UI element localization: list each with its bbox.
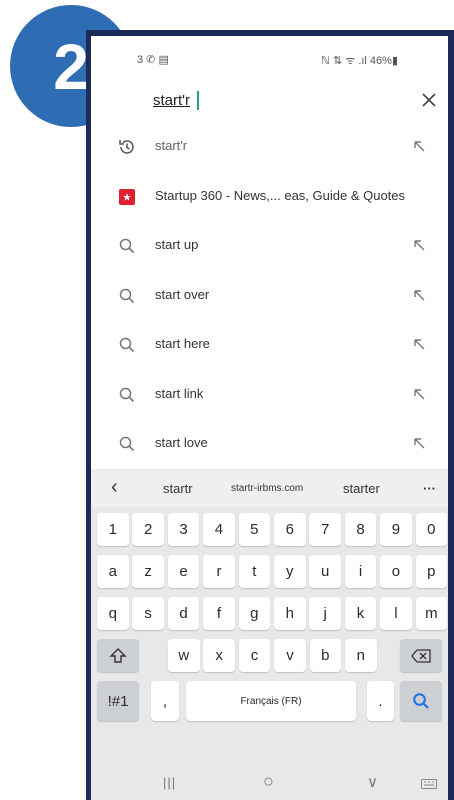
navigation-bar: ||| ○ ∨ xyxy=(91,769,448,800)
back-nav-button[interactable]: ∨ xyxy=(367,773,378,791)
backspace-key[interactable] xyxy=(400,639,442,672)
key-v[interactable]: v xyxy=(274,639,306,672)
prediction-bar: ‹ startr startr-irbms.com starter ··· xyxy=(91,469,448,507)
key-s[interactable]: s xyxy=(132,597,164,630)
suggestion-item[interactable]: start over xyxy=(91,271,448,321)
key-n[interactable]: n xyxy=(345,639,377,672)
key-m[interactable]: m xyxy=(415,597,448,630)
fill-query-arrow-icon[interactable] xyxy=(411,138,427,154)
search-icon xyxy=(117,236,137,256)
suggestion-item[interactable]: start'r xyxy=(91,122,448,172)
key-i[interactable]: i xyxy=(344,555,377,588)
key-2[interactable]: 2 xyxy=(132,513,164,546)
key-6[interactable]: 6 xyxy=(274,513,306,546)
prediction-back-button[interactable]: ‹ xyxy=(111,476,118,499)
search-icon xyxy=(117,286,137,306)
status-right: ℕ ⇅ ᯤ .ıl 46%▮ xyxy=(321,55,398,67)
shift-key[interactable] xyxy=(97,639,139,672)
screen-root: 2 3 ✆ ▤ ℕ ⇅ ᯤ .ıl 46%▮ start'r Startup 36… xyxy=(0,0,454,800)
symbols-key[interactable]: !#1 xyxy=(97,681,139,721)
search-key[interactable] xyxy=(400,681,442,721)
suggestion-item[interactable]: start up xyxy=(91,221,448,271)
phone-screen: 3 ✆ ▤ ℕ ⇅ ᯤ .ıl 46%▮ start'r Startup 360 … xyxy=(91,36,448,800)
key-p[interactable]: p xyxy=(415,555,448,588)
search-icon xyxy=(117,434,137,454)
step-number: 2 xyxy=(53,31,89,103)
key-3[interactable]: 3 xyxy=(167,513,200,546)
suggestion-list: start'r Startup 360 - News,... eas, Guide… xyxy=(91,122,448,469)
period-key[interactable]: . xyxy=(367,681,394,721)
recents-button[interactable]: ||| xyxy=(163,775,176,790)
key-4[interactable]: 4 xyxy=(203,513,235,546)
key-d[interactable]: d xyxy=(167,597,200,630)
prediction-item[interactable]: startr-irbms.com xyxy=(231,483,303,494)
suggestion-text: start up xyxy=(155,237,199,252)
status-left: 3 ✆ ▤ xyxy=(137,54,169,66)
suggestion-text: start link xyxy=(155,385,204,401)
fill-query-arrow-icon[interactable] xyxy=(411,336,427,352)
app-icon xyxy=(119,188,135,205)
suggestion-text: start here xyxy=(155,336,210,351)
keyboard: ‹ startr startr-irbms.com starter ··· ||… xyxy=(91,469,448,800)
frame-right xyxy=(448,30,454,800)
prediction-more-button[interactable]: ··· xyxy=(423,481,436,496)
key-w[interactable]: w xyxy=(168,639,200,672)
suggestion-item[interactable]: start love xyxy=(91,419,448,469)
key-0[interactable]: 0 xyxy=(415,513,448,546)
keyboard-toggle-icon[interactable] xyxy=(421,779,437,789)
comma-key[interactable]: , xyxy=(151,681,179,721)
fill-query-arrow-icon[interactable] xyxy=(411,435,427,451)
key-9[interactable]: 9 xyxy=(380,513,412,546)
key-r[interactable]: r xyxy=(203,555,235,588)
suggestion-text: start love xyxy=(155,435,208,450)
fill-query-arrow-icon[interactable] xyxy=(411,287,427,303)
search-row xyxy=(91,78,448,122)
search-icon xyxy=(117,335,137,355)
key-1[interactable]: 1 xyxy=(97,513,129,546)
search-icon xyxy=(117,385,137,405)
suggestion-item[interactable]: start link xyxy=(91,370,448,420)
status-bar: 3 ✆ ▤ ℕ ⇅ ᯤ .ıl 46%▮ xyxy=(91,36,448,78)
space-key[interactable]: Français (FR) xyxy=(186,681,356,721)
fill-query-arrow-icon[interactable] xyxy=(411,237,427,253)
key-k[interactable]: k xyxy=(344,597,377,630)
key-o[interactable]: o xyxy=(380,555,412,588)
key-e[interactable]: e xyxy=(167,555,200,588)
suggestion-text: Startup 360 - News,... eas, Guide & Quot… xyxy=(155,187,406,203)
home-button[interactable]: ○ xyxy=(263,771,274,792)
backspace-icon xyxy=(411,648,431,663)
suggestion-text: start'r xyxy=(155,138,188,153)
key-j[interactable]: j xyxy=(309,597,341,630)
key-b[interactable]: b xyxy=(309,639,342,672)
key-q[interactable]: q xyxy=(97,597,129,630)
suggestion-text: start over xyxy=(155,286,210,302)
suggestion-item[interactable]: Startup 360 - News,... eas, Guide & Quot… xyxy=(91,172,448,222)
key-z[interactable]: z xyxy=(132,555,164,588)
key-f[interactable]: f xyxy=(203,597,235,630)
key-l[interactable]: l xyxy=(380,597,412,630)
text-cursor xyxy=(197,91,199,110)
key-u[interactable]: u xyxy=(309,555,341,588)
prediction-item[interactable]: starter xyxy=(343,481,380,496)
search-input[interactable] xyxy=(153,88,383,112)
close-icon xyxy=(422,93,436,107)
key-y[interactable]: y xyxy=(274,555,306,588)
key-x[interactable]: x xyxy=(203,639,235,672)
suggestion-item[interactable]: start here xyxy=(91,320,448,370)
shift-icon xyxy=(109,647,127,663)
fill-query-arrow-icon[interactable] xyxy=(411,386,427,402)
search-icon xyxy=(413,693,429,709)
key-h[interactable]: h xyxy=(274,597,306,630)
history-icon xyxy=(117,137,137,157)
key-7[interactable]: 7 xyxy=(309,513,341,546)
key-a[interactable]: a xyxy=(97,555,129,588)
prediction-item[interactable]: startr xyxy=(163,481,193,496)
key-t[interactable]: t xyxy=(238,555,271,588)
key-8[interactable]: 8 xyxy=(344,513,377,546)
key-g[interactable]: g xyxy=(238,597,271,630)
key-c[interactable]: c xyxy=(238,639,271,672)
key-5[interactable]: 5 xyxy=(238,513,271,546)
clear-button[interactable] xyxy=(417,88,441,112)
